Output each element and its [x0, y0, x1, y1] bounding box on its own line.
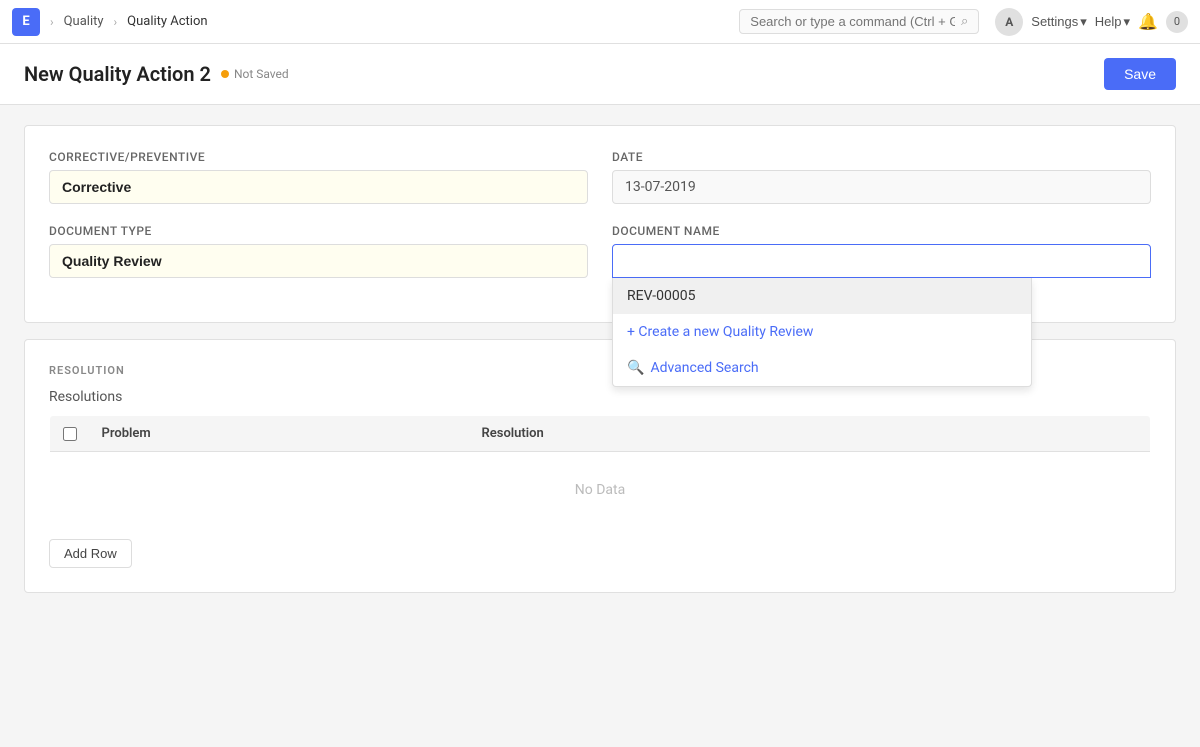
global-search-input[interactable] — [750, 14, 955, 29]
document-name-dropdown-container: REV-00005 + Create a new Quality Review … — [612, 244, 1151, 278]
document-type-label: Document Type — [49, 224, 588, 238]
form-row-top: Corrective/Preventive Date 13-07-2019 — [49, 150, 1151, 204]
top-nav: E › Quality › Quality Action ⌕ A Setting… — [0, 0, 1200, 44]
select-all-checkbox[interactable] — [63, 427, 77, 441]
search-icon: ⌕ — [961, 14, 968, 29]
resolutions-table: Problem Resolution No Data — [49, 415, 1151, 529]
page-title: New Quality Action 2 Not Saved — [24, 62, 289, 86]
dropdown-menu: REV-00005 + Create a new Quality Review … — [612, 278, 1032, 387]
breadcrumb-quality[interactable]: Quality — [64, 14, 104, 29]
date-group: Date 13-07-2019 — [612, 150, 1151, 204]
status-dot — [221, 70, 229, 78]
col-header-problem: Problem — [90, 416, 470, 452]
no-data-row: No Data — [50, 452, 1151, 529]
document-type-group: Document Type — [49, 224, 588, 278]
notification-count-badge[interactable]: 0 — [1166, 11, 1188, 33]
notifications-icon[interactable]: 🔔 — [1138, 12, 1158, 31]
form-row-bottom: Document Type Document Name REV-00005 + … — [49, 224, 1151, 278]
page-header: New Quality Action 2 Not Saved Save — [0, 44, 1200, 105]
document-name-label: Document Name — [612, 224, 1151, 238]
main-content: Corrective/Preventive Date 13-07-2019 Do… — [0, 105, 1200, 629]
app-icon[interactable]: E — [12, 8, 40, 36]
global-search-box[interactable]: ⌕ — [739, 9, 979, 34]
col-header-actions — [1091, 416, 1151, 452]
add-row-button[interactable]: Add Row — [49, 539, 132, 568]
nav-actions: A Settings ▾ Help ▾ 🔔 0 — [995, 8, 1188, 36]
col-header-checkbox — [50, 416, 90, 452]
settings-button[interactable]: Settings ▾ — [1031, 14, 1087, 30]
help-button[interactable]: Help ▾ — [1095, 14, 1130, 30]
avatar: A — [995, 8, 1023, 36]
dropdown-item-rev00005[interactable]: REV-00005 — [613, 278, 1031, 314]
resolutions-label: Resolutions — [49, 389, 1151, 405]
breadcrumb-chevron-2: › — [114, 15, 118, 29]
document-name-group: Document Name REV-00005 + Create a new Q… — [612, 224, 1151, 278]
dropdown-create-new[interactable]: + Create a new Quality Review — [613, 314, 1031, 350]
document-name-input[interactable] — [612, 244, 1151, 278]
corrective-preventive-label: Corrective/Preventive — [49, 150, 588, 164]
corrective-preventive-group: Corrective/Preventive — [49, 150, 588, 204]
dropdown-advanced-search[interactable]: 🔍 Advanced Search — [613, 350, 1031, 386]
breadcrumb-quality-action[interactable]: Quality Action — [127, 14, 207, 29]
breadcrumb-chevron-1: › — [50, 15, 54, 29]
form-card: Corrective/Preventive Date 13-07-2019 Do… — [24, 125, 1176, 323]
search-icon: 🔍 — [627, 360, 644, 376]
col-header-resolution: Resolution — [470, 416, 1091, 452]
corrective-preventive-input[interactable] — [49, 170, 588, 204]
date-value: 13-07-2019 — [612, 170, 1151, 204]
document-type-input[interactable] — [49, 244, 588, 278]
save-button[interactable]: Save — [1104, 58, 1176, 90]
date-label: Date — [612, 150, 1151, 164]
status-badge: Not Saved — [221, 67, 289, 81]
no-data-cell: No Data — [50, 452, 1151, 529]
